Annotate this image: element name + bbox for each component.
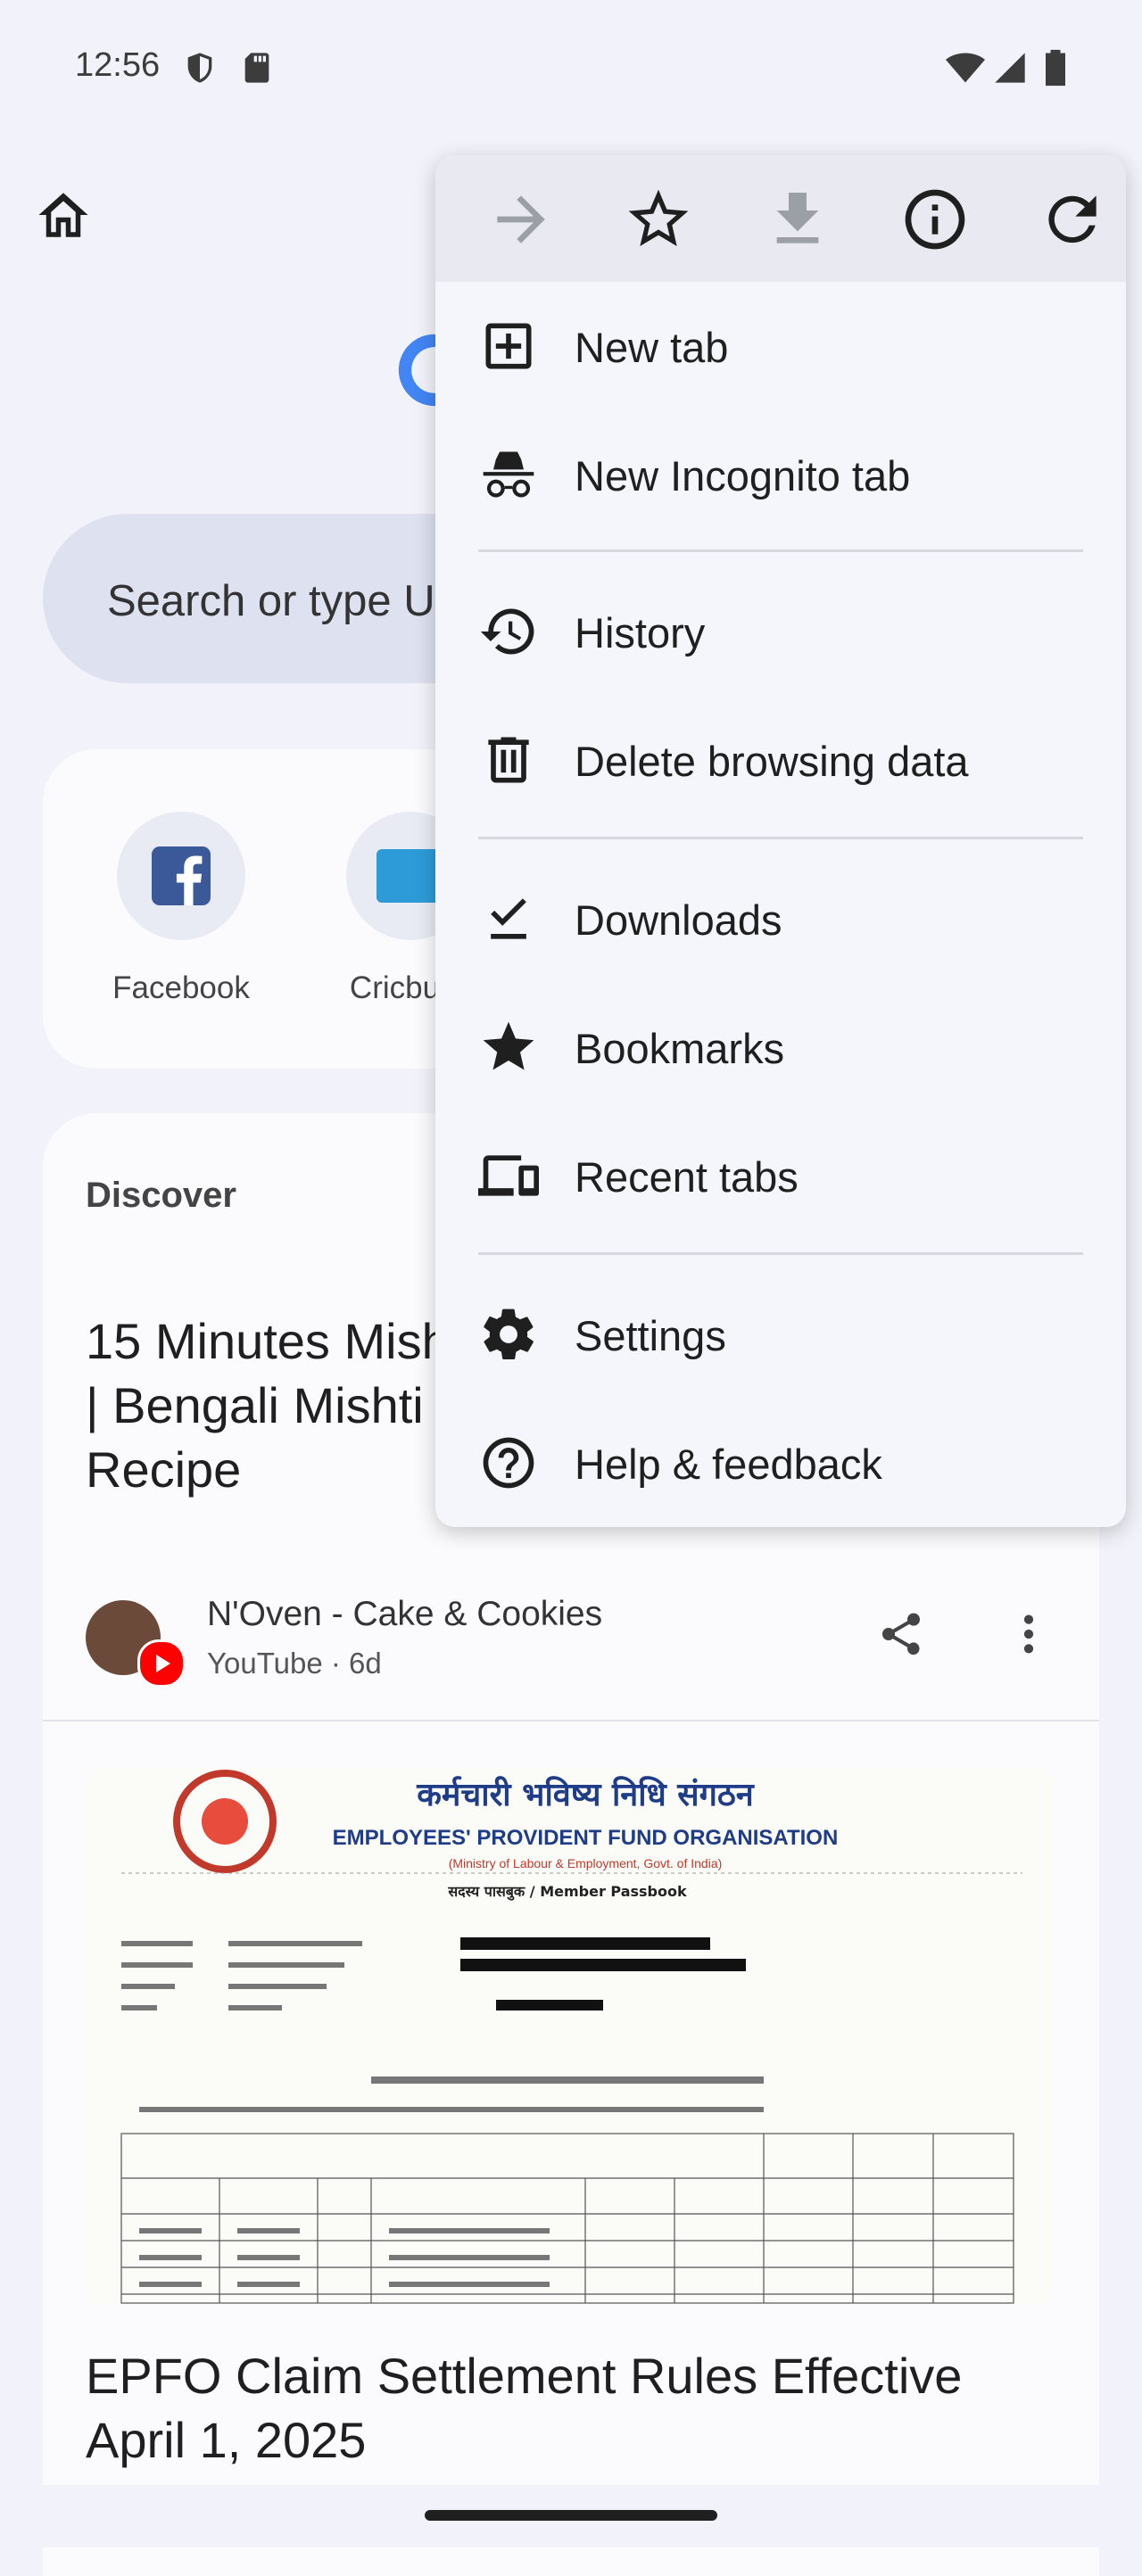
new-tab-icon (485, 323, 532, 369)
history-icon (480, 608, 534, 655)
menu-item-history[interactable]: History (435, 567, 1126, 696)
shortcut-tile-facebook[interactable]: Facebook (92, 812, 270, 1006)
menu-item-label: New Incognito tab (575, 452, 911, 500)
reload-icon[interactable] (1037, 184, 1108, 255)
shortcut-label: Facebook (112, 970, 250, 1005)
image-doc-title: सदस्य पासबुक / Member Passbook (447, 1883, 687, 1901)
menu-divider (478, 549, 1083, 552)
image-heading-hindi: कर्मचारी भविष्य निधि संगठन (416, 1776, 756, 1813)
discover-heading: Discover (86, 1176, 236, 1215)
shield-icon (187, 53, 212, 83)
menu-item-bookmarks[interactable]: Bookmarks (435, 983, 1126, 1111)
menu-item-label: New tab (575, 324, 729, 371)
forward-icon[interactable] (485, 184, 557, 255)
info-icon[interactable] (899, 184, 971, 255)
download-icon[interactable] (762, 184, 833, 255)
menu-divider (478, 1252, 1083, 1255)
menu-item-downloads[interactable]: Downloads (435, 855, 1126, 983)
more-vert-icon[interactable] (1015, 1609, 1042, 1659)
menu-divider (478, 837, 1083, 839)
article-source: N'Oven - Cake & Cookies (207, 1595, 603, 1633)
wifi-icon (946, 53, 985, 83)
image-heading-english: EMPLOYEES' PROVIDENT FUND ORGANISATION (333, 1826, 839, 1850)
menu-item-label: Bookmarks (575, 1025, 785, 1072)
search-placeholder: Search or type URL (107, 577, 492, 625)
youtube-icon (137, 1639, 186, 1688)
battery-icon (1046, 49, 1065, 87)
article-image[interactable]: कर्मचारी भविष्य निधि संगठन EMPLOYEES' PR… (86, 1768, 1053, 2305)
gesture-handle[interactable] (425, 2510, 717, 2521)
image-subheading: (Ministry of Labour & Employment, Govt. … (449, 1856, 723, 1870)
incognito-icon (483, 451, 534, 498)
menu-item-help-feedback[interactable]: Help & feedback (435, 1399, 1126, 1527)
gear-icon (484, 1309, 534, 1360)
help-icon (483, 1437, 534, 1489)
divider (43, 1720, 1099, 1721)
menu-item-new-incognito-tab[interactable]: New Incognito tab (435, 410, 1126, 539)
menu-item-label: Settings (575, 1312, 726, 1359)
status-time: 12:56 (75, 46, 161, 84)
bookmark-star-icon[interactable] (623, 184, 694, 255)
trash-icon (488, 737, 529, 783)
menu-item-delete-browsing-data[interactable]: Delete browsing data (435, 696, 1126, 824)
facebook-icon (117, 812, 245, 940)
menu-item-settings[interactable]: Settings (435, 1270, 1126, 1399)
home-icon[interactable] (34, 186, 93, 244)
menu-item-label: Recent tabs (575, 1153, 799, 1201)
devices-icon (478, 1155, 539, 1196)
star-icon (483, 1021, 534, 1070)
overflow-menu: New tab New Incognito tab History Delete… (435, 155, 1126, 1527)
downloads-icon (491, 898, 526, 939)
article-title[interactable]: EPFO Claim Settlement Rules Effective Ap… (86, 2344, 1067, 2473)
menu-item-label: Help & feedback (575, 1441, 882, 1488)
menu-item-new-tab[interactable]: New tab (435, 282, 1126, 410)
cell-signal-icon (995, 53, 1025, 83)
menu-item-label: Downloads (575, 896, 782, 944)
share-icon[interactable] (876, 1609, 926, 1659)
menu-item-label: Delete browsing data (575, 738, 969, 785)
article-meta: YouTube · 6d (207, 1647, 382, 1680)
menu-item-recent-tabs[interactable]: Recent tabs (435, 1111, 1126, 1240)
sd-card-icon (244, 53, 269, 83)
menu-toolbar (435, 155, 1126, 282)
menu-item-label: History (575, 609, 706, 656)
